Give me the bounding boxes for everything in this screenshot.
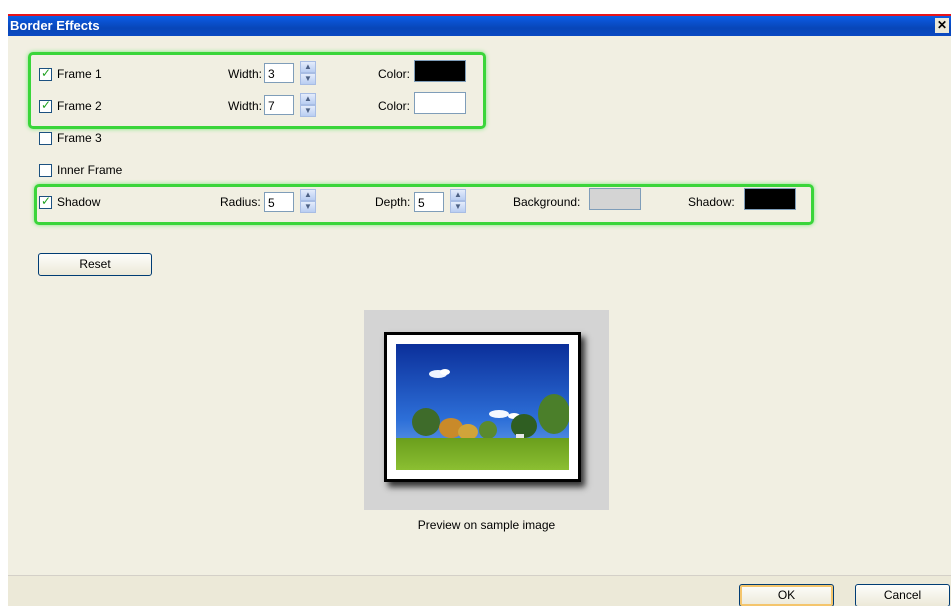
radius-stepper[interactable]: ▲ ▼ — [300, 189, 316, 213]
frame2-checkbox[interactable]: ✓ — [39, 98, 52, 113]
check-icon: ✓ — [41, 194, 52, 208]
dialog-title: Border Effects — [10, 18, 100, 33]
depth-stepper[interactable]: ▲ ▼ — [450, 189, 466, 213]
chevron-up-icon[interactable]: ▲ — [300, 189, 316, 201]
footer-divider — [8, 575, 951, 576]
frame1-label: Frame 1 — [57, 67, 102, 81]
background-label: Background: — [513, 195, 581, 209]
cancel-button[interactable]: Cancel — [855, 584, 950, 606]
border-effects-dialog: Border Effects ✕ ✓ Frame 1 Width: 3 ▲ ▼ … — [8, 16, 951, 606]
frame1-color-label: Color: — [378, 67, 411, 81]
frame1-width-stepper[interactable]: ▲ ▼ — [300, 61, 316, 85]
check-icon: ✓ — [41, 66, 52, 80]
frame3-checkbox[interactable] — [39, 132, 52, 145]
frame1-color-swatch[interactable] — [414, 60, 466, 82]
sample-image — [396, 344, 569, 470]
chevron-down-icon[interactable]: ▼ — [300, 201, 316, 213]
radius-label: Radius: — [220, 195, 261, 209]
close-icon[interactable]: ✕ — [935, 18, 949, 33]
frame2-color-swatch[interactable] — [414, 92, 466, 114]
radius-input[interactable]: 5 — [264, 192, 294, 212]
inner-frame-label: Inner Frame — [57, 163, 123, 177]
chevron-up-icon[interactable]: ▲ — [450, 189, 466, 201]
frame2-width-stepper[interactable]: ▲ ▼ — [300, 93, 316, 117]
depth-input[interactable]: 5 — [414, 192, 444, 212]
ok-button[interactable]: OK — [739, 584, 834, 606]
frame1-width-label: Width: — [228, 67, 263, 81]
frame2-width-label: Width: — [228, 99, 263, 113]
frame2-label: Frame 2 — [57, 99, 102, 113]
shadow-color-swatch[interactable] — [744, 188, 796, 210]
chevron-down-icon[interactable]: ▼ — [300, 73, 316, 85]
frame2-width-input[interactable]: 7 — [264, 95, 294, 115]
reset-button[interactable]: Reset — [38, 253, 152, 276]
shadow-color-label: Shadow: — [688, 195, 735, 209]
check-icon: ✓ — [41, 98, 52, 112]
shadow-checkbox[interactable]: ✓ — [39, 194, 52, 209]
title-bar: Border Effects ✕ — [8, 16, 951, 36]
preview-frame — [384, 332, 581, 482]
preview-caption: Preview on sample image — [417, 518, 556, 532]
background-color-swatch[interactable] — [589, 188, 641, 210]
dialog-content: ✓ Frame 1 Width: 3 ▲ ▼ Color: ✓ Frame 2 … — [8, 36, 951, 576]
preview-area — [364, 310, 609, 510]
inner-frame-checkbox[interactable] — [39, 164, 52, 177]
depth-label: Depth: — [375, 195, 411, 209]
frame1-width-input[interactable]: 3 — [264, 63, 294, 83]
chevron-down-icon[interactable]: ▼ — [300, 105, 316, 117]
frame1-checkbox[interactable]: ✓ — [39, 66, 52, 81]
chevron-down-icon[interactable]: ▼ — [450, 201, 466, 213]
frame2-color-label: Color: — [378, 99, 411, 113]
shadow-label: Shadow — [57, 195, 101, 209]
chevron-up-icon[interactable]: ▲ — [300, 93, 316, 105]
frame3-label: Frame 3 — [57, 131, 102, 145]
chevron-up-icon[interactable]: ▲ — [300, 61, 316, 73]
